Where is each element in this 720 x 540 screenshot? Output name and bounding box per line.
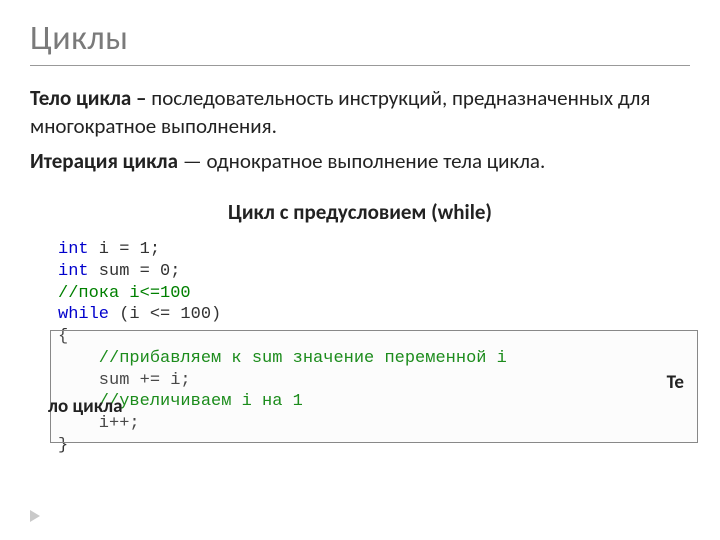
code-line-7: sum += i; bbox=[58, 370, 684, 392]
code-subtitle: Цикл с предусловием (while) bbox=[30, 199, 690, 225]
loop-body-label-right: Те bbox=[667, 371, 684, 395]
term-iteration: Итерация цикла bbox=[30, 148, 183, 174]
keyword-int: int bbox=[58, 240, 89, 259]
code-line-8: //увеличиваем i на 1 bbox=[58, 391, 684, 413]
footer-arrow-icon bbox=[30, 510, 40, 522]
code-line-3: //пока i<=100 bbox=[58, 283, 684, 305]
keyword-int: int bbox=[58, 262, 89, 281]
term-iteration-rest: — однократное выполнение тела цикла. bbox=[183, 148, 546, 174]
keyword-while: while bbox=[58, 305, 109, 324]
code-block: int i = 1; int sum = 0; //пока i<=100 wh… bbox=[58, 239, 684, 457]
code-line-6: //прибавляем к sum значение переменной i bbox=[58, 348, 684, 370]
code-line-5: { bbox=[58, 326, 684, 348]
loop-body-label-left: ло цикла bbox=[48, 395, 123, 419]
slide-title: Циклы bbox=[30, 18, 690, 59]
term-body: Тело цикла – bbox=[30, 85, 151, 111]
code-line-4: while (i <= 100) bbox=[58, 304, 684, 326]
definition-body: Тело цикла – последовательность инструкц… bbox=[30, 84, 690, 141]
code-text: (i <= 100) bbox=[109, 305, 221, 324]
code-text: i = 1; bbox=[89, 240, 160, 259]
code-line-2: int sum = 0; bbox=[58, 261, 684, 283]
code-line-10: } bbox=[58, 435, 684, 457]
code-text: sum = 0; bbox=[89, 262, 181, 281]
title-divider bbox=[30, 65, 690, 66]
definition-iteration: Итерация цикла — однократное выполнение … bbox=[30, 147, 690, 175]
code-line-1: int i = 1; bbox=[58, 239, 684, 261]
code-line-9: i++; bbox=[58, 413, 684, 435]
